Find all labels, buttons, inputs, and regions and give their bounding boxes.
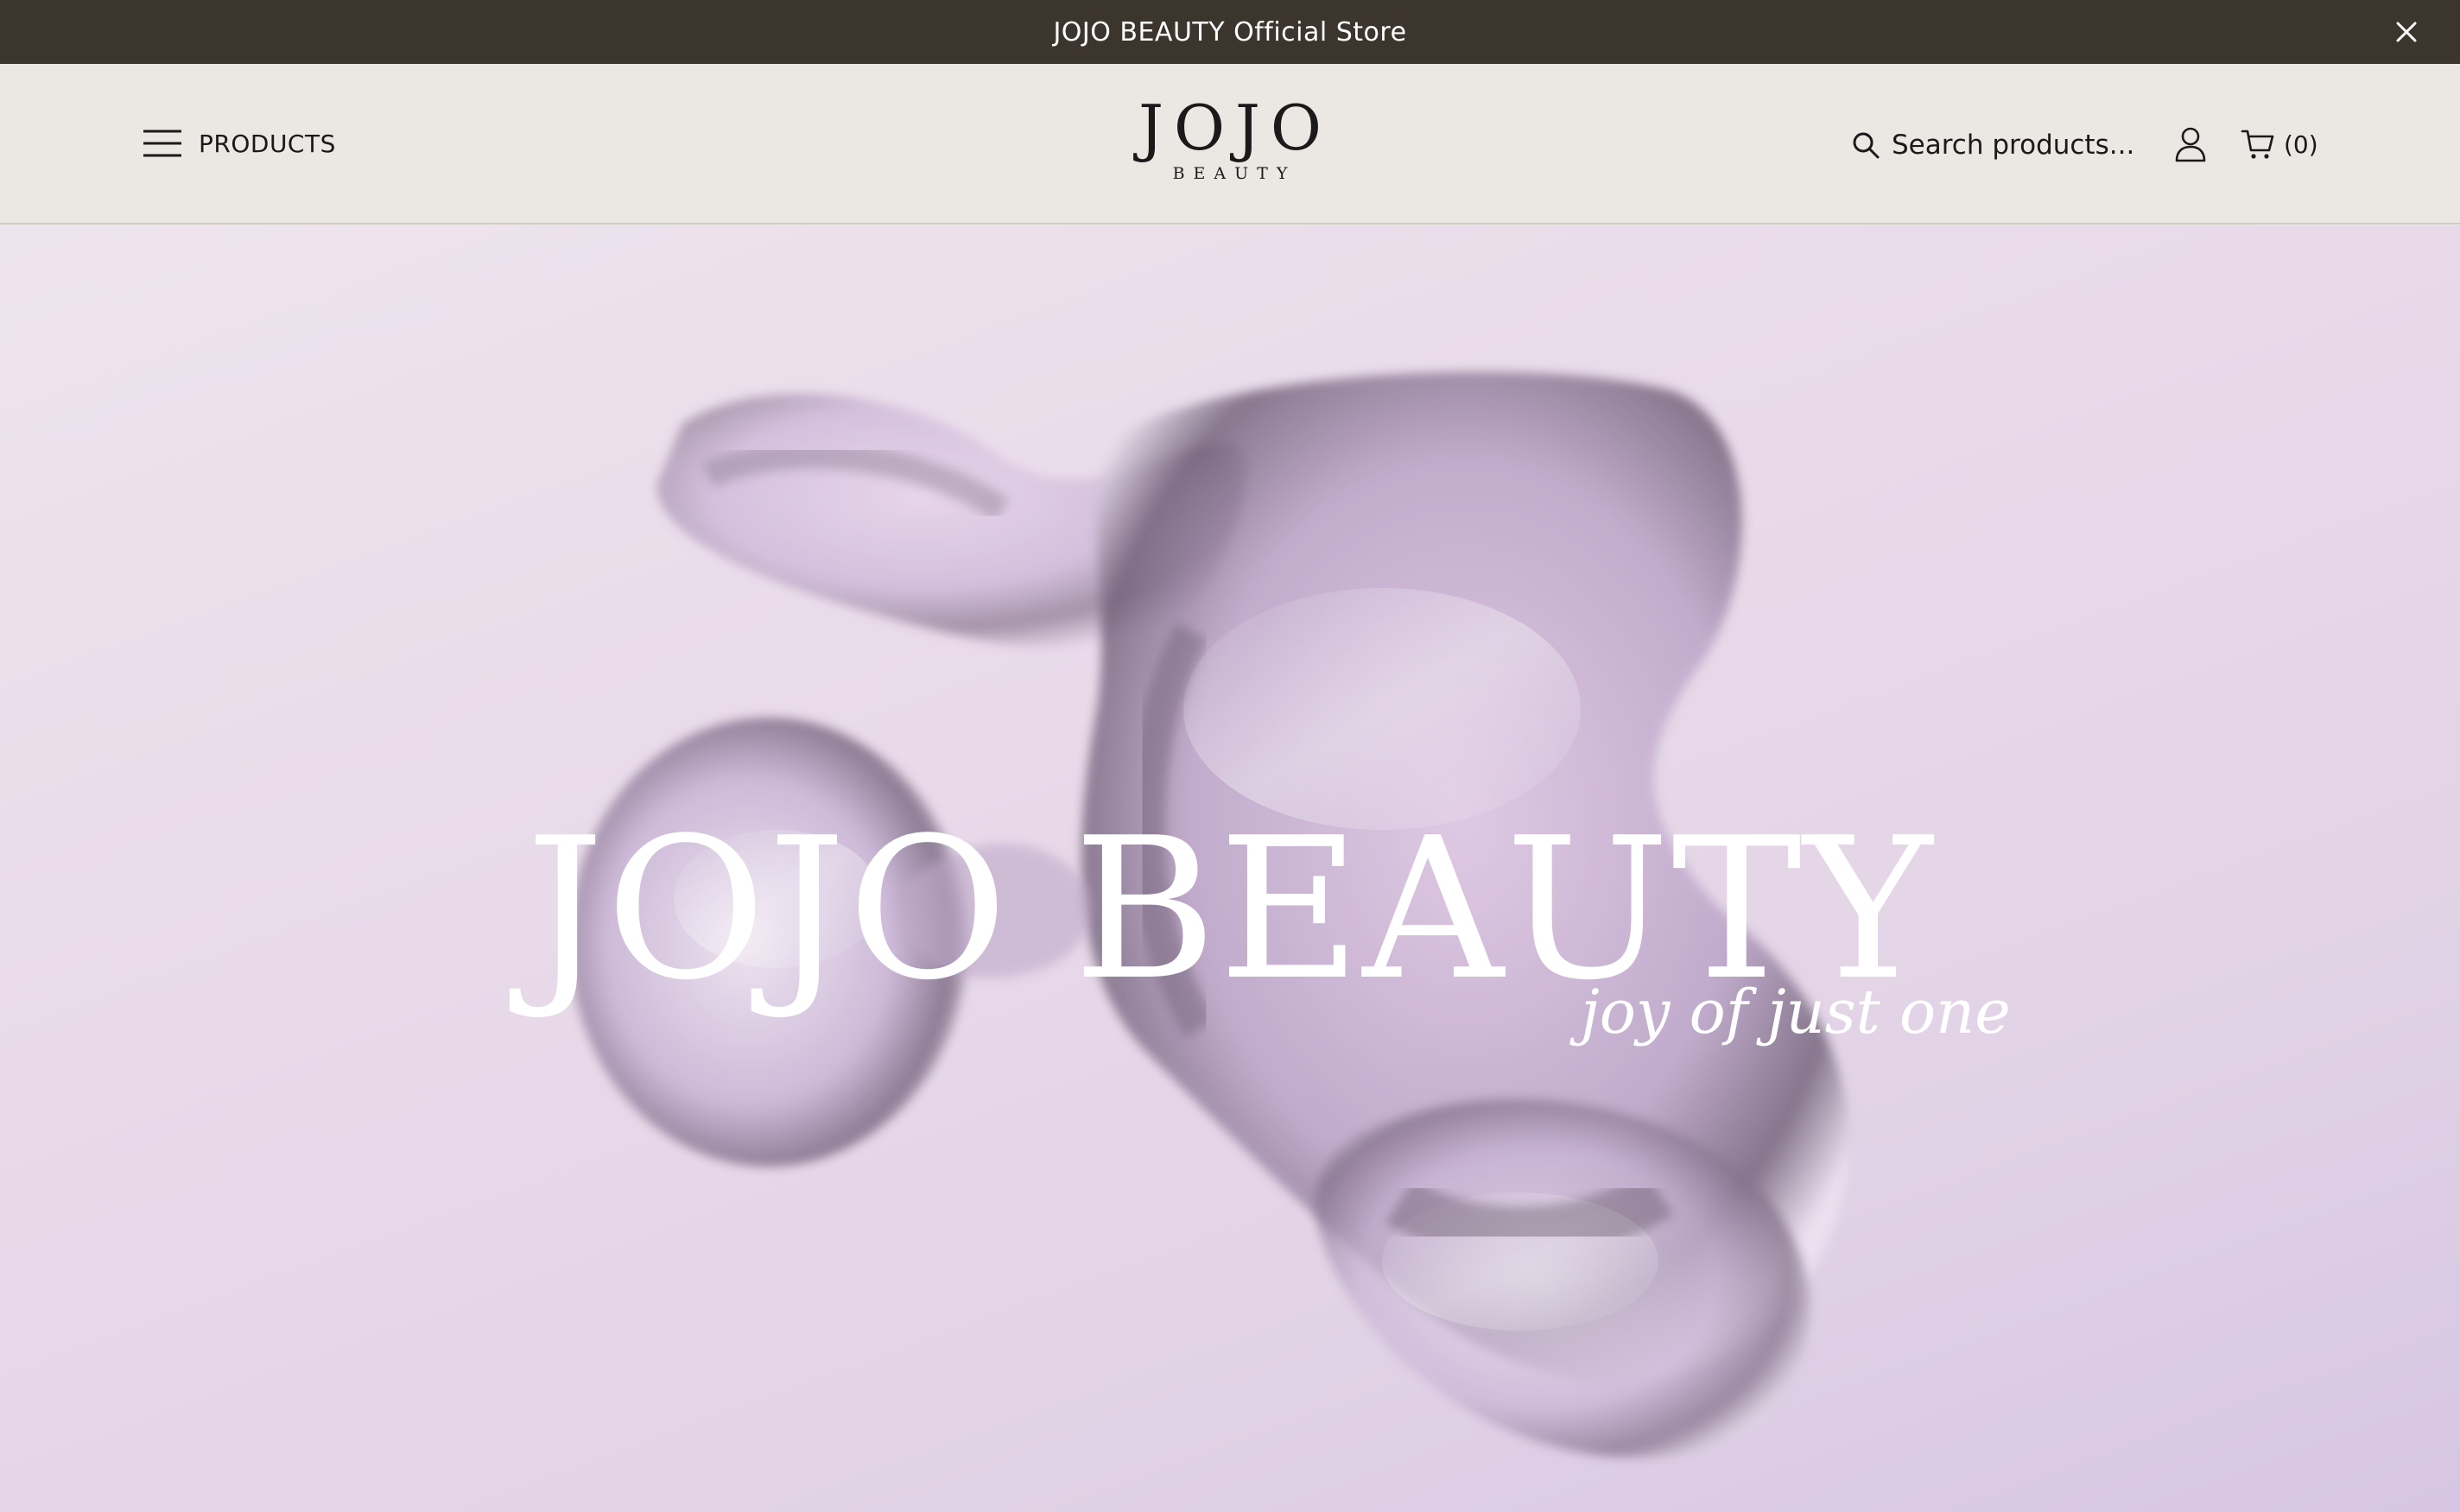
search-placeholder: Search products... xyxy=(1892,130,2135,161)
logo-sub-text: BEAUTY xyxy=(1172,164,1297,183)
cart-button[interactable]: (0) xyxy=(2241,123,2318,166)
cart-count: (0) xyxy=(2284,130,2318,159)
cart-icon xyxy=(2241,130,2274,159)
products-menu-label: PRODUCTS xyxy=(199,129,336,158)
hero-tagline: joy of just one xyxy=(1581,977,2011,1047)
brand-logo[interactable]: JOJO BEAUTY xyxy=(1109,97,1351,192)
logo-main-text: JOJO xyxy=(1138,92,1332,164)
site-header: PRODUCTS JOJO BEAUTY Search products... … xyxy=(0,64,2460,225)
products-menu-button[interactable]: PRODUCTS xyxy=(142,121,336,166)
hero-banner: JOJO BEAUTY joy of just one xyxy=(0,225,2460,1512)
hamburger-menu-icon xyxy=(143,130,181,157)
search-icon xyxy=(1853,132,1880,159)
announcement-text: JOJO BEAUTY Official Store xyxy=(1053,16,1407,47)
announcement-bar: JOJO BEAUTY Official Store xyxy=(0,0,2460,64)
hero-title: JOJO BEAUTY xyxy=(525,796,1935,1023)
search-box[interactable]: Search products... xyxy=(1850,123,2134,168)
close-icon[interactable] xyxy=(2391,16,2422,47)
user-icon[interactable] xyxy=(2173,124,2208,164)
